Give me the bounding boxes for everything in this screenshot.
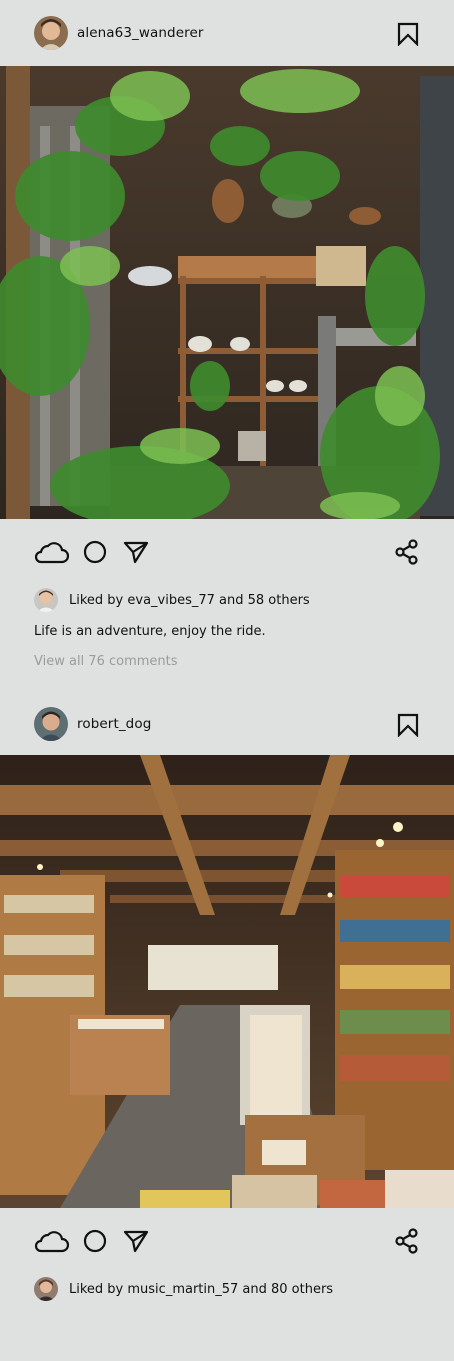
post-actions: [0, 1208, 454, 1274]
post-image[interactable]: [0, 66, 454, 519]
circle-icon[interactable]: [83, 1229, 107, 1257]
caption: Life is an adventure, enjoy the ride.: [34, 624, 266, 639]
post-header: alena63_wanderer: [0, 0, 454, 66]
cloud-icon[interactable]: [33, 1229, 70, 1257]
send-icon[interactable]: [123, 1229, 149, 1257]
avatar[interactable]: [34, 16, 68, 50]
post: alena63_wanderer Liked by eva_vibes_77 a…: [0, 0, 454, 673]
bookmark-icon[interactable]: [397, 22, 419, 47]
bookmark-icon[interactable]: [397, 713, 419, 738]
share-icon[interactable]: [394, 1228, 420, 1258]
post-image[interactable]: [0, 755, 454, 1208]
circle-icon[interactable]: [83, 540, 107, 568]
avatar[interactable]: [34, 1277, 58, 1301]
liked-by-text: Liked by eva_vibes_77 and 58 others: [69, 592, 310, 608]
post: robert_dog Liked by music_martin_57 and …: [0, 693, 454, 1304]
view-comments-link[interactable]: View all 76 comments: [0, 651, 454, 673]
username[interactable]: alena63_wanderer: [77, 25, 204, 41]
avatar[interactable]: [34, 588, 58, 612]
liked-by-row: Liked by music_martin_57 and 80 others: [0, 1274, 454, 1304]
send-icon[interactable]: [123, 540, 149, 568]
avatar[interactable]: [34, 707, 68, 741]
username[interactable]: robert_dog: [77, 716, 151, 732]
cloud-icon[interactable]: [33, 540, 70, 568]
post-actions: [0, 519, 454, 585]
liked-by-row: Liked by eva_vibes_77 and 58 others: [0, 585, 454, 615]
feed: alena63_wanderer Liked by eva_vibes_77 a…: [0, 0, 454, 1361]
post-header: robert_dog: [0, 693, 454, 755]
share-icon[interactable]: [394, 539, 420, 569]
liked-by-text: Liked by music_martin_57 and 80 others: [69, 1281, 334, 1297]
